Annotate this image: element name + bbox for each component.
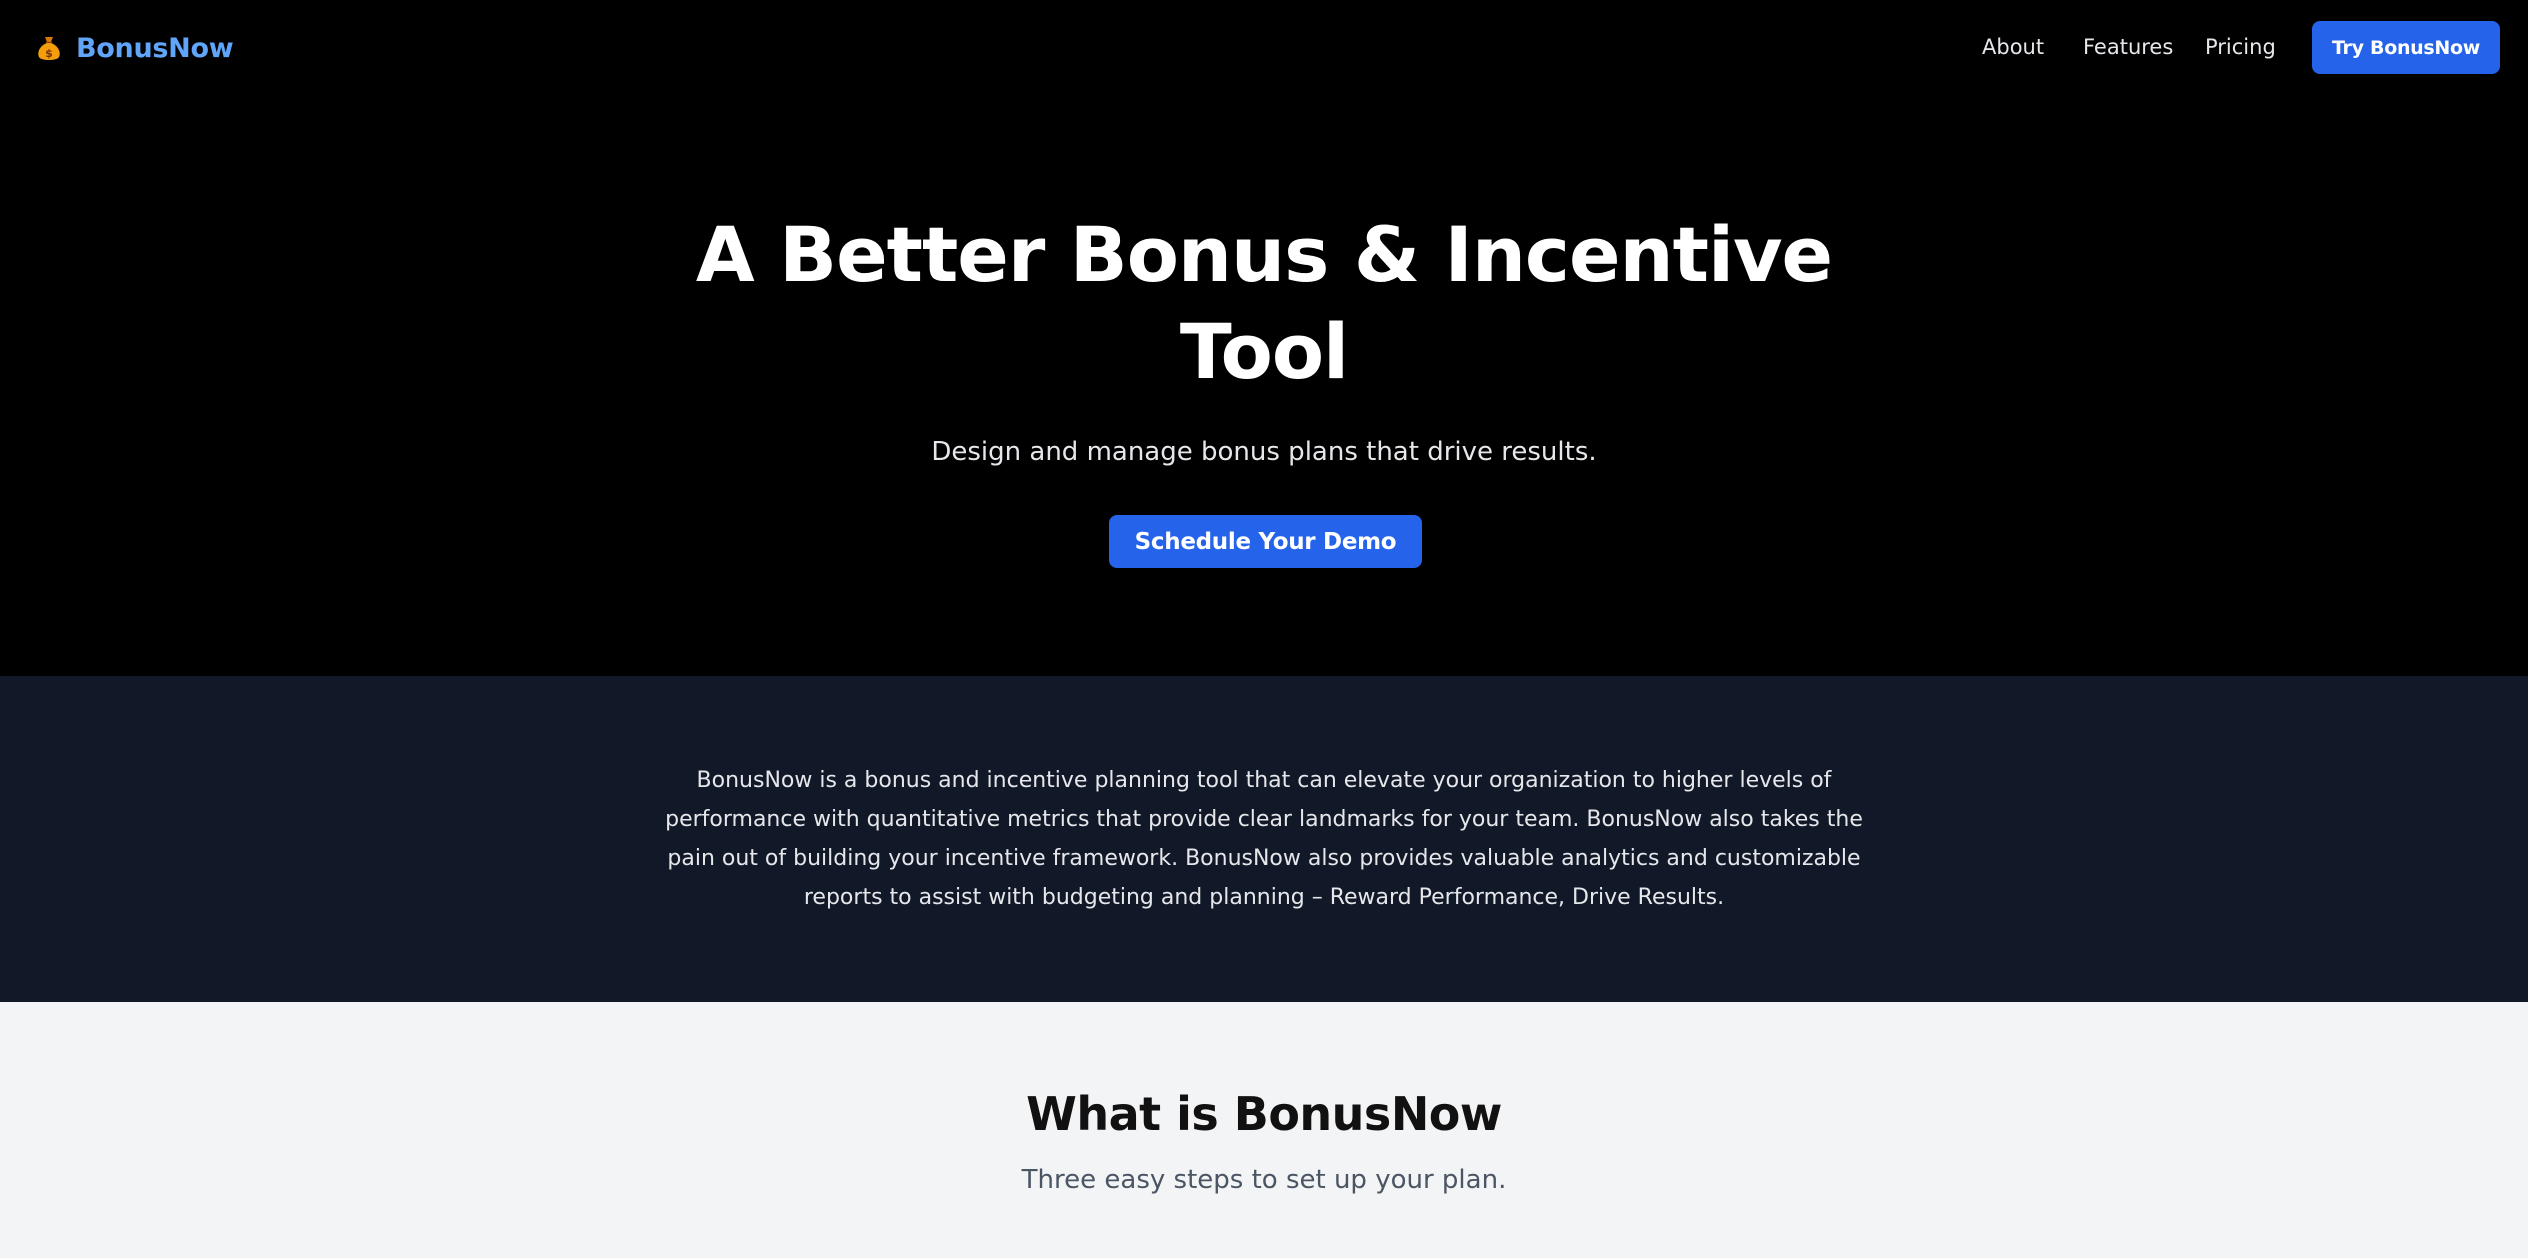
- hero-section: A Better Bonus & Incentive Tool Design a…: [0, 96, 2528, 676]
- navbar: $ BonusNow About Features Pricing Try Bo…: [0, 0, 2528, 96]
- about-description: BonusNow is a bonus and incentive planni…: [665, 768, 1863, 910]
- what-is-section: What is BonusNow Three easy steps to set…: [0, 1002, 2528, 1258]
- try-bonusnow-button[interactable]: Try BonusNow: [2312, 21, 2500, 74]
- nav-link-pricing[interactable]: Pricing: [2205, 30, 2276, 64]
- nav-link-features[interactable]: Features: [2083, 30, 2173, 64]
- section-title: What is BonusNow: [1026, 1087, 1502, 1141]
- section-subtitle: Three easy steps to set up your plan.: [1021, 1165, 1507, 1195]
- hero-title: A Better Bonus & Incentive Tool: [695, 210, 1833, 396]
- hero-subtitle: Design and manage bonus plans that drive…: [931, 437, 1597, 467]
- svg-text:$: $: [45, 47, 53, 60]
- brand-name: BonusNow: [76, 32, 234, 64]
- landing-page: $ BonusNow About Features Pricing Try Bo…: [0, 0, 2528, 1258]
- schedule-demo-button[interactable]: Schedule Your Demo: [1109, 515, 1422, 568]
- money-bag-icon: $: [34, 33, 64, 63]
- about-section: BonusNow is a bonus and incentive planni…: [0, 676, 2528, 1002]
- nav-link-about[interactable]: About: [1982, 30, 2044, 64]
- brand-logo-link[interactable]: $ BonusNow: [34, 30, 234, 66]
